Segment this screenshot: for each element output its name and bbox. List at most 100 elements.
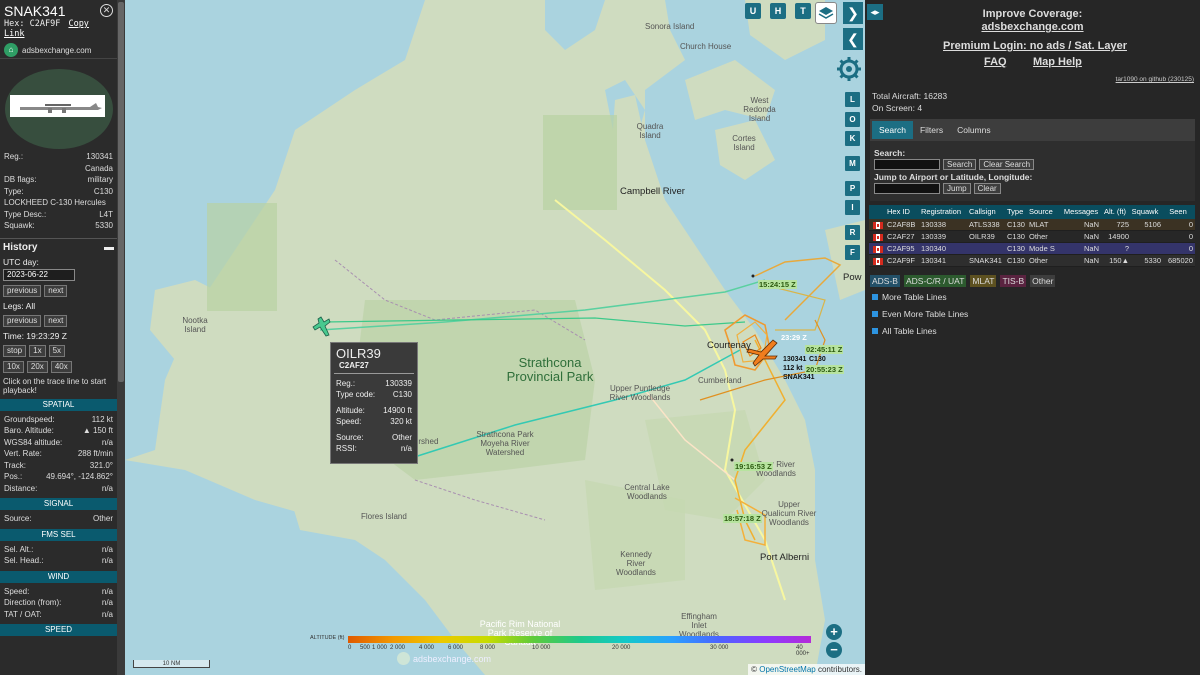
prev-leg-button[interactable]: previous <box>3 314 42 327</box>
column-header[interactable]: Messages <box>1063 205 1101 219</box>
map-toggle-button-f[interactable]: F <box>845 245 860 260</box>
zoom-out-button[interactable]: − <box>826 642 842 658</box>
cell-seen: 685020 <box>1167 256 1193 265</box>
detail-row: Direction (from): n/a <box>0 597 117 609</box>
collapse-icon[interactable]: ▬ <box>104 242 114 253</box>
fms-header[interactable]: FMS SEL <box>0 528 117 541</box>
table-row[interactable]: C2AF9F 130341 SNAK341 C130 Other NaN 150▲ 5330 6… <box>869 255 1195 267</box>
map-toggle-button-o[interactable]: O <box>845 112 860 127</box>
clear-search-button[interactable]: Clear Search <box>979 159 1035 170</box>
chevron-right-icon[interactable]: ❯ <box>843 2 863 24</box>
table-row[interactable]: C2AF8B 130338 ATLS338 C130 MLAT NaN 725 5106 0 <box>869 219 1195 231</box>
speed-header[interactable]: SPEED <box>0 624 117 636</box>
checkbox-icon[interactable] <box>872 328 878 334</box>
tooltip-value: n/a <box>400 444 412 453</box>
column-header[interactable]: Registration <box>921 205 969 219</box>
clear-button[interactable]: Clear <box>973 183 1001 194</box>
column-header[interactable]: Squawk <box>1129 205 1163 219</box>
premium-login-link[interactable]: Premium Login: no ads / Sat. Layer <box>943 40 1127 52</box>
layer-button-h[interactable]: H <box>770 3 786 19</box>
map-toggle-button-l[interactable]: L <box>845 92 860 107</box>
table-lines-option[interactable]: All Table Lines <box>872 326 937 336</box>
table-lines-option[interactable]: More Table Lines <box>872 292 947 302</box>
column-header[interactable]: Hex ID <box>887 205 921 219</box>
map-toggle-button-p[interactable]: P <box>845 181 860 196</box>
faq-link[interactable]: FAQ <box>984 56 1007 68</box>
column-header[interactable]: Type <box>1007 205 1029 219</box>
layer-button-u[interactable]: U <box>745 3 761 19</box>
playback-speed-button[interactable]: 40x <box>50 360 72 373</box>
trace-time-label[interactable]: 15:24:15 Z <box>758 280 797 289</box>
wind-header[interactable]: WIND <box>0 570 117 583</box>
playback-speed-button[interactable]: 5x <box>48 344 66 357</box>
aircraft-oilr39[interactable] <box>312 316 331 337</box>
aircraft-label-speed: 112 kt <box>783 365 803 372</box>
detail-value: 49.694°, -124.862° <box>46 472 113 481</box>
column-header[interactable]: Source <box>1029 205 1063 219</box>
next-day-button[interactable]: next <box>44 284 68 297</box>
checkbox-icon[interactable] <box>872 311 878 317</box>
close-icon[interactable]: ✕ <box>100 4 113 17</box>
playback-speed-button[interactable]: 20x <box>26 360 48 373</box>
layer-button-t[interactable]: T <box>795 3 811 19</box>
aircraft-label-reg: 130341 <box>783 356 807 363</box>
jump-input[interactable] <box>874 183 940 194</box>
playback-speed-button[interactable]: stop <box>3 344 27 357</box>
checkbox-icon[interactable] <box>872 294 878 300</box>
detail-row: WGS84 altitude: n/a <box>0 437 117 449</box>
aircraft-info-panel: SNAK341 ✕ Hex: C2AF9F Copy Link ⌂ adsbex… <box>0 0 125 675</box>
version-link[interactable]: tar1090 on github (230125) <box>1116 76 1194 83</box>
column-header[interactable] <box>869 205 887 219</box>
gear-icon[interactable] <box>836 56 862 82</box>
trace-time-label[interactable]: 02:45:11 Z <box>805 345 844 354</box>
trace-time-label[interactable]: 20:55:23 Z <box>805 365 844 374</box>
signal-header[interactable]: SIGNAL <box>0 498 117 510</box>
jump-button[interactable]: Jump <box>943 183 971 194</box>
tab-search[interactable]: Search <box>872 121 913 139</box>
prev-day-button[interactable]: previous <box>3 284 42 297</box>
table-row[interactable]: C2AF27 130339 OILR39 C130 Other NaN 14900 0 <box>869 231 1195 243</box>
map-toggle-button-k[interactable]: K <box>845 131 860 146</box>
layers-icon[interactable] <box>815 2 837 24</box>
playback-speed-button[interactable]: 1x <box>29 344 46 357</box>
column-header[interactable]: Seen <box>1163 205 1195 219</box>
detail-key: Speed: <box>4 586 30 596</box>
detail-row: Baro. Altitude: ▲ 150 ft <box>0 425 117 437</box>
map-attribution: © OpenStreetMap contributors. <box>748 664 865 675</box>
cell-msgs: NaN <box>1083 256 1099 265</box>
aircraft-list-panel: ◂▸ Improve Coverage: adsbexchange.com Pr… <box>865 0 1200 675</box>
tab-filters[interactable]: Filters <box>913 121 950 139</box>
trace-time-label[interactable]: 23:29 Z <box>780 333 808 342</box>
place-west-redonda: West Redonda Island <box>743 96 776 123</box>
next-leg-button[interactable]: next <box>44 314 68 327</box>
table-lines-option[interactable]: Even More Table Lines <box>872 309 968 319</box>
spatial-header[interactable]: SPATIAL <box>0 398 117 411</box>
table-row[interactable]: C2AF95 130340 C130 Mode S NaN? 0 <box>869 243 1195 255</box>
cell-src: MLAT <box>1029 220 1049 229</box>
column-header[interactable]: Alt. (ft) <box>1101 205 1129 219</box>
search-input[interactable] <box>874 159 940 170</box>
improve-coverage-link[interactable]: adsbexchange.com <box>865 21 1200 33</box>
legend-tick: 8 000 <box>480 645 496 651</box>
cell-msgs: NaN <box>1083 244 1099 253</box>
map-toggle-button-i[interactable]: I <box>845 200 860 215</box>
search-button[interactable]: Search <box>943 159 977 170</box>
site-link[interactable]: ⌂ adsbexchange.com <box>4 43 113 57</box>
trace-time-label[interactable]: 19:16:53 Z <box>734 462 773 471</box>
aircraft-image <box>10 95 105 117</box>
column-header[interactable]: Callsign <box>969 205 1007 219</box>
osm-link[interactable]: OpenStreetMap <box>759 665 815 674</box>
map-toggle-button-r[interactable]: R <box>845 225 860 240</box>
date-input[interactable]: 2023-06-22 <box>3 268 75 281</box>
map-toggle-button-m[interactable]: M <box>845 156 860 171</box>
map-view[interactable]: Sonora Island Church House West Redonda … <box>125 0 865 675</box>
chevron-left-icon[interactable]: ❮ <box>843 28 863 50</box>
scrollbar-thumb[interactable] <box>118 2 124 382</box>
aircraft-photo <box>0 58 117 149</box>
tab-columns[interactable]: Columns <box>950 121 998 139</box>
scrollbar[interactable] <box>117 0 125 675</box>
zoom-in-button[interactable]: + <box>826 624 842 640</box>
map-help-link[interactable]: Map Help <box>1033 56 1082 68</box>
trace-time-label[interactable]: 18:57:18 Z <box>723 514 762 523</box>
playback-speed-button[interactable]: 10x <box>3 360 24 373</box>
